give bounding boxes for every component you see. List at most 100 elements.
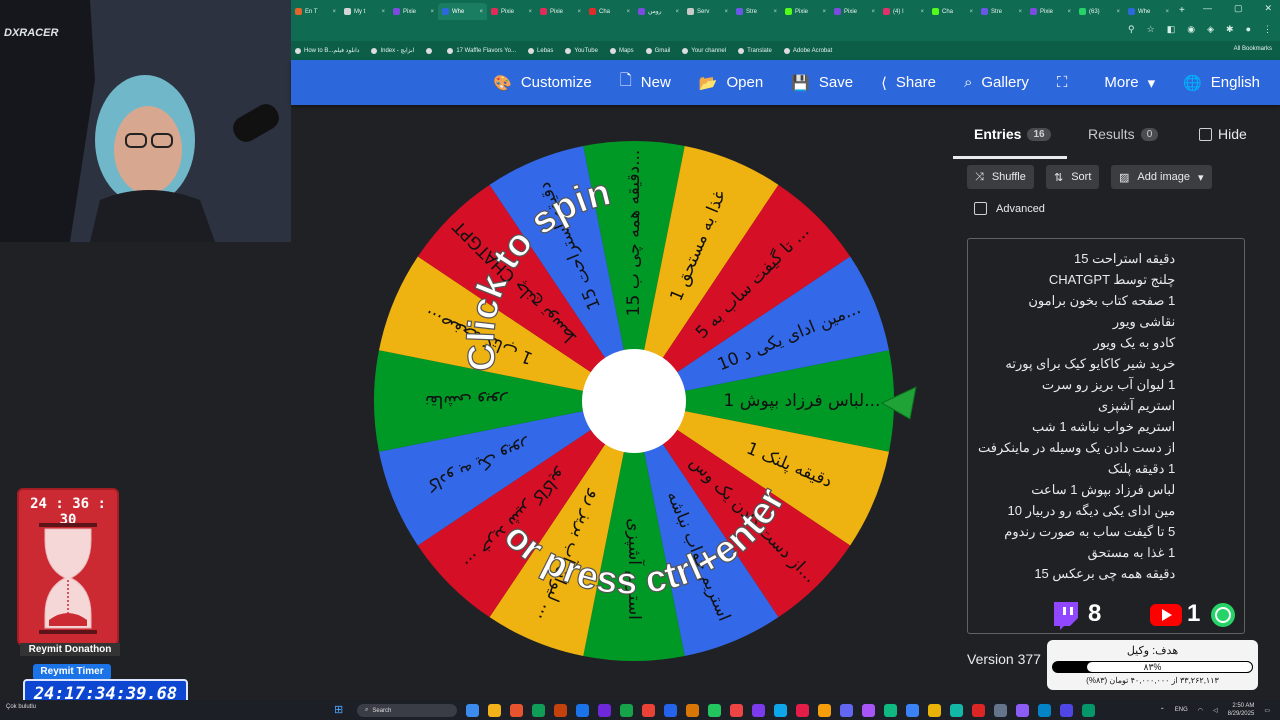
zoom-icon[interactable]: ⚲	[1128, 24, 1135, 35]
notifications-icon[interactable]: ▭	[1264, 707, 1270, 714]
nav-fullscreen-button[interactable]: ⛶	[1057, 74, 1077, 91]
tab-close-icon[interactable]: ×	[675, 9, 679, 15]
taskbar-app-icon[interactable]	[1082, 704, 1095, 717]
bookmark-item[interactable]: Gmail	[645, 47, 670, 54]
tab-close-icon[interactable]: ×	[1116, 9, 1120, 15]
taskbar-app-icon[interactable]	[598, 704, 611, 717]
bookmark-item[interactable]: YouTube	[565, 47, 598, 54]
nav-customize-button[interactable]: 🎨 Customize	[493, 74, 592, 92]
tray-chevron-icon[interactable]: ⌃	[1160, 707, 1165, 714]
browser-tab[interactable]: (63) ×	[1075, 3, 1124, 20]
taskbar-app-icon[interactable]	[620, 704, 633, 717]
taskbar-app-icon[interactable]	[488, 704, 501, 717]
taskbar-app-icon[interactable]	[818, 704, 831, 717]
tab-close-icon[interactable]: ×	[430, 9, 434, 15]
taskbar-app-icon[interactable]	[884, 704, 897, 717]
taskbar-app-icon[interactable]	[906, 704, 919, 717]
tab-entries[interactable]: Entries 16	[974, 126, 1051, 142]
browser-tab[interactable]: Pixie ×	[536, 3, 585, 20]
taskbar-app-icon[interactable]	[950, 704, 963, 717]
spin-wheel[interactable]: 1 لباس فرزاد بپوش... 1 دقیقه پلنک از دست د…	[373, 140, 895, 662]
nav-gallery-button[interactable]: ⌕ Gallery	[964, 74, 1029, 91]
taskbar-search[interactable]: ⌕ Search	[357, 704, 457, 717]
tab-close-icon[interactable]: ×	[479, 9, 483, 15]
browser-tab[interactable]: Pixie ×	[1026, 3, 1075, 20]
bookmark-item[interactable]: How to B...دانلود فیلم	[295, 47, 359, 54]
tab-close-icon[interactable]: ×	[528, 9, 532, 15]
bookmark-item[interactable]: Your channel	[682, 47, 726, 54]
taskbar-app-icon[interactable]	[554, 704, 567, 717]
extensions-puzzle-icon[interactable]: ✱	[1226, 24, 1234, 35]
browser-tab[interactable]: Stre ×	[977, 3, 1026, 20]
taskbar-app-icon[interactable]	[840, 704, 853, 717]
bookmark-item[interactable]: Translate	[738, 47, 772, 54]
tab-results[interactable]: Results 0	[1088, 126, 1159, 142]
wifi-icon[interactable]: ◠	[1198, 707, 1203, 714]
bookmark-item[interactable]: Maps	[609, 47, 634, 54]
bookmark-item[interactable]	[426, 47, 435, 54]
browser-tab[interactable]: Pixie ×	[781, 3, 830, 20]
minimize-icon[interactable]: —	[1203, 3, 1212, 14]
taskbar-app-icon[interactable]	[730, 704, 743, 717]
browser-tab[interactable]: Whe ×	[1124, 3, 1173, 20]
wheel-center-hub[interactable]	[582, 349, 686, 453]
browser-tab[interactable]: رومن ×	[634, 3, 683, 20]
taskbar-app-icon[interactable]	[510, 704, 523, 717]
language-indicator[interactable]: ENG	[1175, 707, 1188, 713]
taskbar-app-icon[interactable]	[686, 704, 699, 717]
taskbar-app-icon[interactable]	[862, 704, 875, 717]
taskbar-app-icon[interactable]	[1060, 704, 1073, 717]
taskbar-app-icon[interactable]	[928, 704, 941, 717]
taskbar-app-icon[interactable]	[576, 704, 589, 717]
browser-tab[interactable]: Serv ×	[683, 3, 732, 20]
nav-share-button[interactable]: ⟨ Share	[881, 74, 936, 92]
taskbar-app-icon[interactable]	[994, 704, 1007, 717]
tab-close-icon[interactable]: ×	[969, 9, 973, 15]
taskbar-app-icon[interactable]	[708, 704, 721, 717]
taskbar-app-icon[interactable]	[752, 704, 765, 717]
entries-list[interactable]: دقیقه استراحت 15 CHATGPT چلنج توسط 1 صفحه …	[978, 248, 1175, 584]
browser-tab[interactable]: Pixie ×	[389, 3, 438, 20]
taskbar-app-icon[interactable]	[796, 704, 809, 717]
weather-widget[interactable]: Çok bulutlu	[6, 704, 36, 710]
all-bookmarks-button[interactable]: All Bookmarks	[1234, 46, 1272, 52]
browser-tab[interactable]: En T ×	[291, 3, 340, 20]
tab-close-icon[interactable]: ×	[1165, 9, 1169, 15]
tab-close-icon[interactable]: ×	[822, 9, 826, 15]
browser-tab[interactable]: My t ×	[340, 3, 389, 20]
clock[interactable]: 2:50 AM 8/29/2025	[1228, 702, 1255, 718]
taskbar-app-icon[interactable]	[642, 704, 655, 717]
taskbar-app-icon[interactable]	[774, 704, 787, 717]
extension-icon[interactable]: ◈	[1207, 24, 1214, 35]
browser-tab[interactable]: Whe ×	[438, 3, 487, 20]
tab-close-icon[interactable]: ×	[381, 9, 385, 15]
entries-textarea[interactable]: دقیقه استراحت 15 CHATGPT چلنج توسط 1 صفحه …	[967, 238, 1245, 634]
tab-close-icon[interactable]: ×	[1018, 9, 1022, 15]
bookmark-item[interactable]: Adobe Acrobat	[783, 47, 832, 54]
browser-tab[interactable]: (4) I ×	[879, 3, 928, 20]
close-icon[interactable]: ✕	[1264, 3, 1272, 14]
extension-icon[interactable]: ◧	[1167, 24, 1176, 35]
star-icon[interactable]: ☆	[1147, 24, 1155, 35]
windows-start-icon[interactable]: ⊞	[334, 703, 343, 716]
menu-dots-icon[interactable]: ⋮	[1263, 24, 1272, 35]
browser-tab[interactable]: Pixie ×	[830, 3, 879, 20]
sort-button[interactable]: ⇅ Sort	[1046, 165, 1100, 189]
hide-checkbox[interactable]	[1199, 127, 1212, 141]
profile-icon[interactable]: ●	[1246, 24, 1251, 35]
bookmark-item[interactable]: 17 Waffle Flavors Yo...	[447, 47, 516, 54]
wheel-graphic[interactable]: 1 لباس فرزاد بپوش...1 دقیقه پلنکاز دست د…	[373, 140, 895, 662]
tab-close-icon[interactable]: ×	[332, 9, 336, 15]
nav-new-button[interactable]: 🗋 New	[620, 70, 671, 95]
nav-english-button[interactable]: 🌐 English	[1183, 74, 1260, 92]
advanced-checkbox[interactable]	[974, 202, 987, 215]
taskbar-app-icon[interactable]	[1038, 704, 1051, 717]
shuffle-button[interactable]: ⤨ Shuffle	[967, 165, 1034, 189]
browser-tab[interactable]: Cha ×	[928, 3, 977, 20]
tab-close-icon[interactable]: ×	[577, 9, 581, 15]
volume-icon[interactable]: ◁	[1213, 707, 1218, 714]
browser-tab[interactable]: Cha ×	[585, 3, 634, 20]
maximize-icon[interactable]: ▢	[1234, 3, 1243, 14]
advanced-toggle[interactable]: Advanced	[974, 202, 1045, 215]
nav-open-button[interactable]: 📂 Open	[699, 74, 763, 92]
